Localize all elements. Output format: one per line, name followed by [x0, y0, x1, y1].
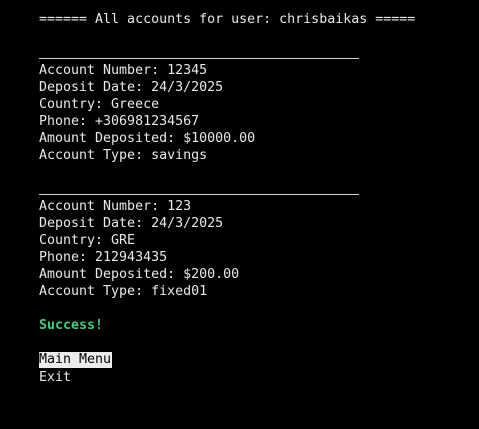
deposit-date: Deposit Date: 24/3/2025 [39, 216, 224, 231]
account-block: Account Number: 12345 Deposit Date: 24/3… [39, 58, 459, 164]
amount-deposited: Amount Deposited: $200.00 [39, 267, 240, 282]
account-divider [39, 58, 359, 59]
account-phone: Phone: +306981234567 [39, 114, 200, 129]
account-phone: Phone: 212943435 [39, 250, 168, 265]
terminal-window: ====== All accounts for user: chrisbaika… [39, 11, 459, 387]
account-number: Account Number: 12345 [39, 63, 208, 78]
account-divider [39, 194, 359, 195]
deposit-date: Deposit Date: 24/3/2025 [39, 80, 224, 95]
account-type: Account Type: fixed01 [39, 284, 208, 299]
amount-deposited: Amount Deposited: $10000.00 [39, 131, 256, 146]
account-country: Country: Greece [39, 97, 160, 112]
success-message: Success! [39, 318, 104, 333]
account-type: Account Type: savings [39, 148, 208, 163]
menu: Main Menu Exit [39, 351, 459, 387]
account-country: Country: GRE [39, 233, 136, 248]
menu-item-main-menu[interactable]: Main Menu [39, 352, 113, 368]
account-block: Account Number: 123 Deposit Date: 24/3/2… [39, 194, 459, 300]
account-number: Account Number: 123 [39, 199, 192, 214]
accounts-header: ====== All accounts for user: chrisbaika… [39, 12, 416, 27]
menu-item-exit[interactable]: Exit [39, 370, 72, 386]
